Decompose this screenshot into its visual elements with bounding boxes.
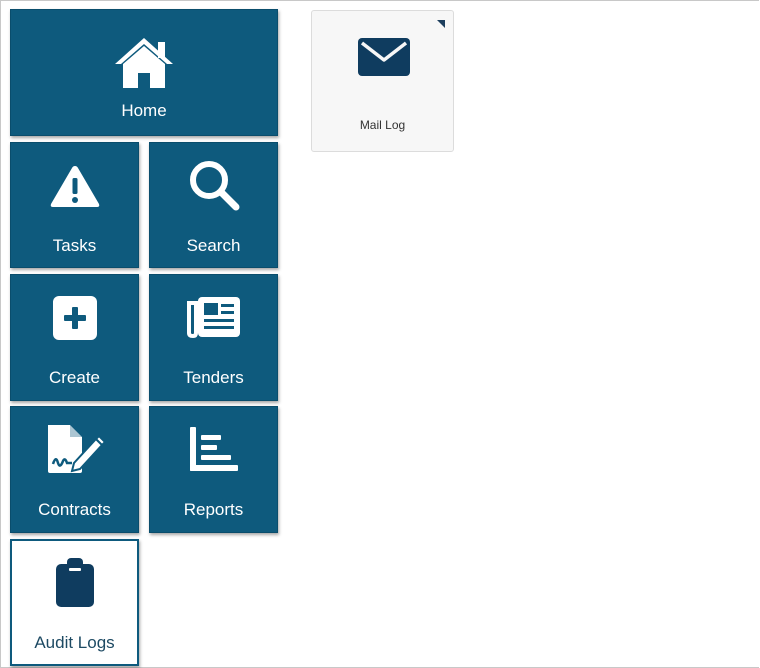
tasks-label: Tasks	[52, 236, 97, 255]
reports-label: Reports	[183, 500, 244, 519]
file-signature-icon	[47, 425, 106, 473]
mail-log-label: Mail Log	[359, 118, 406, 132]
contracts-label: Contracts	[38, 500, 111, 519]
newspaper-icon	[186, 297, 240, 339]
home-label: Home	[121, 101, 167, 120]
tenders-tile[interactable]: Tenders	[149, 274, 278, 401]
warning-icon	[50, 166, 99, 207]
contracts-tile[interactable]: Contracts	[10, 406, 139, 533]
home-icon	[115, 38, 173, 88]
envelope-icon	[358, 38, 410, 76]
create-label: Create	[48, 368, 101, 387]
corner-marker-icon	[437, 20, 445, 28]
plus-square-icon	[52, 296, 97, 340]
create-tile[interactable]: Create	[10, 274, 139, 401]
tenders-label: Tenders	[183, 368, 244, 387]
audit-logs-label: Audit Logs	[34, 633, 115, 652]
clipboard-icon	[55, 558, 94, 607]
search-tile[interactable]: Search	[149, 142, 278, 268]
bar-chart-icon	[189, 427, 238, 471]
tasks-tile[interactable]: Tasks	[10, 142, 139, 268]
mail-log-card[interactable]: Mail Log	[311, 10, 454, 152]
reports-tile[interactable]: Reports	[149, 406, 278, 533]
home-tile[interactable]: Home	[10, 9, 278, 136]
search-label: Search	[186, 236, 241, 255]
search-icon	[189, 161, 239, 211]
audit-logs-tile[interactable]: Audit Logs	[10, 539, 139, 666]
